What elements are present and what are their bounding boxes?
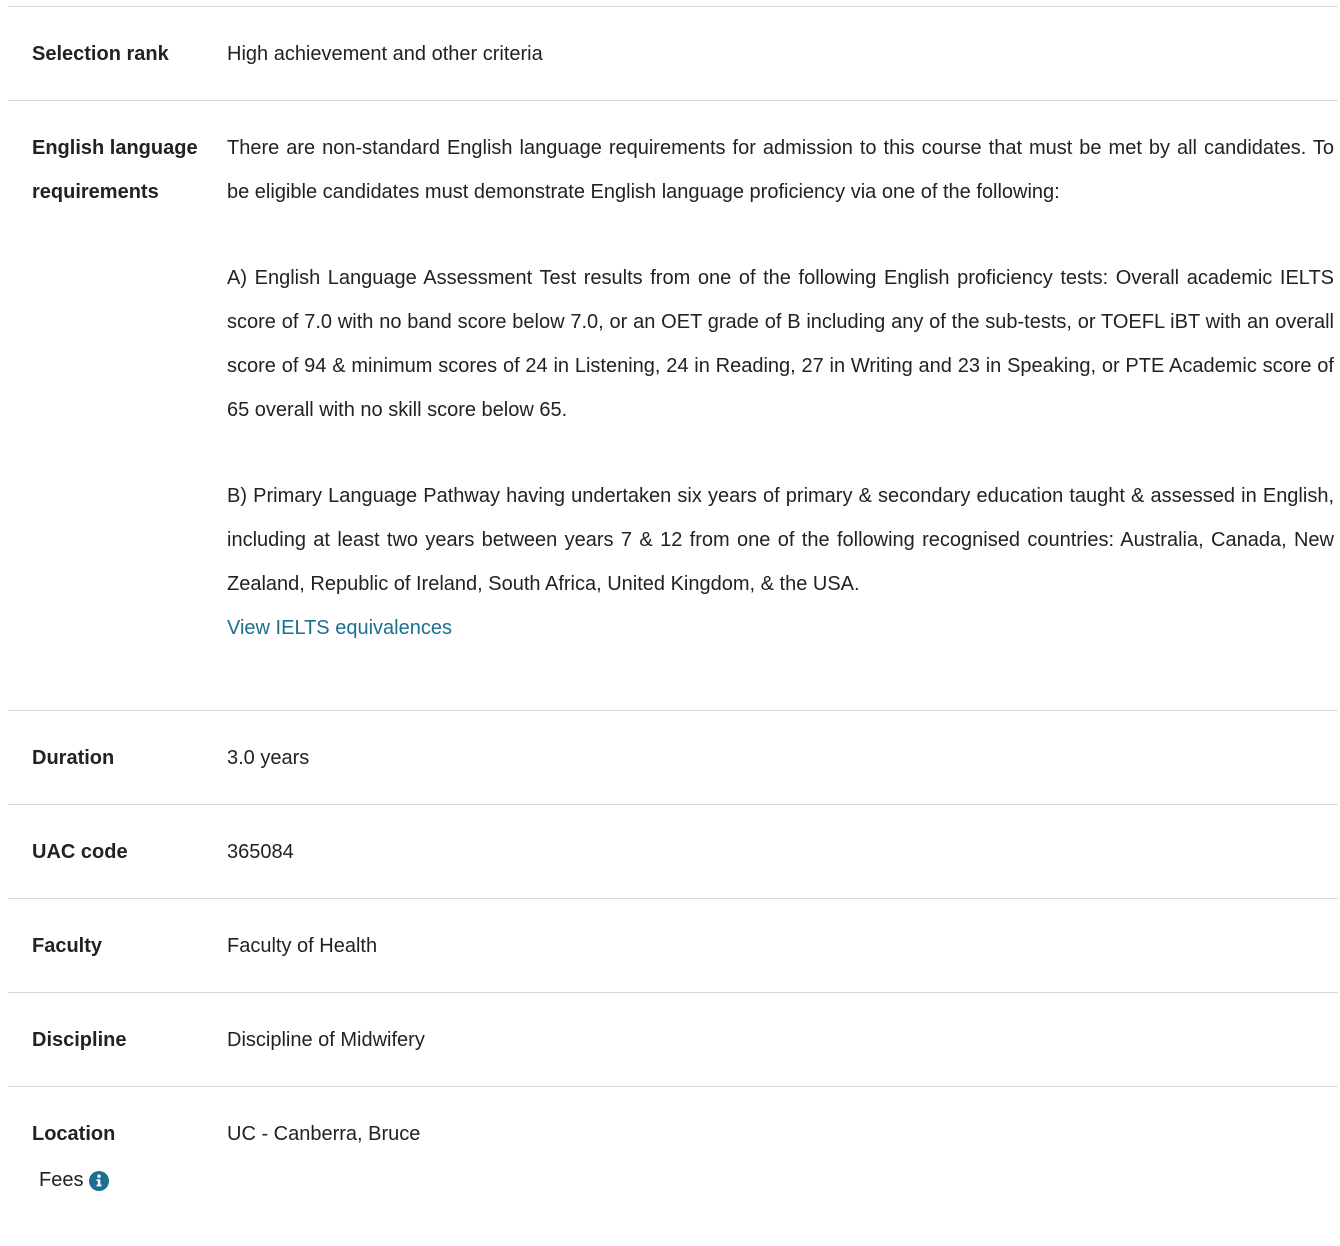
- row-label: English language requirements: [32, 137, 198, 203]
- view-ielts-equivalences-link[interactable]: View IELTS equivalences: [227, 606, 452, 650]
- row-label: Faculty: [32, 935, 103, 957]
- row-value: UC - Canberra, Bruce: [227, 1123, 421, 1145]
- row-value: 365084: [227, 841, 294, 863]
- row-label: Discipline: [32, 1029, 127, 1051]
- row-value: High achievement and other criteria: [227, 43, 543, 65]
- row-selection-rank: Selection rank High achievement and othe…: [8, 7, 1338, 101]
- requirements-paragraph: A) English Language Assessment Test resu…: [227, 267, 1334, 421]
- row-value: Faculty of Health: [227, 935, 378, 957]
- requirements-paragraph: There are non-standard English language …: [227, 137, 1334, 203]
- row-value: There are non-standard English language …: [227, 126, 1338, 710]
- course-details-table: Selection rank High achievement and othe…: [8, 6, 1338, 1181]
- row-discipline: Discipline Discipline of Midwifery: [8, 993, 1338, 1087]
- info-icon[interactable]: [89, 1171, 110, 1191]
- row-value: Discipline of Midwifery: [227, 1029, 425, 1051]
- row-duration: Duration 3.0 years: [8, 711, 1338, 805]
- fees-toggle[interactable]: Fees: [39, 1166, 110, 1194]
- row-english-language-requirements: English language requirements There are …: [8, 101, 1338, 711]
- row-location: Location UC - Canberra, Bruce: [8, 1087, 1338, 1181]
- row-uac-code: UAC code 365084: [8, 805, 1338, 899]
- row-faculty: Faculty Faculty of Health: [8, 899, 1338, 993]
- row-label: UAC code: [32, 841, 128, 863]
- row-label: Duration: [32, 747, 115, 769]
- fees-label: Fees: [39, 1169, 84, 1191]
- row-label: Selection rank: [32, 43, 169, 65]
- row-value: 3.0 years: [227, 747, 310, 769]
- requirements-paragraph: B) Primary Language Pathway having under…: [227, 485, 1334, 595]
